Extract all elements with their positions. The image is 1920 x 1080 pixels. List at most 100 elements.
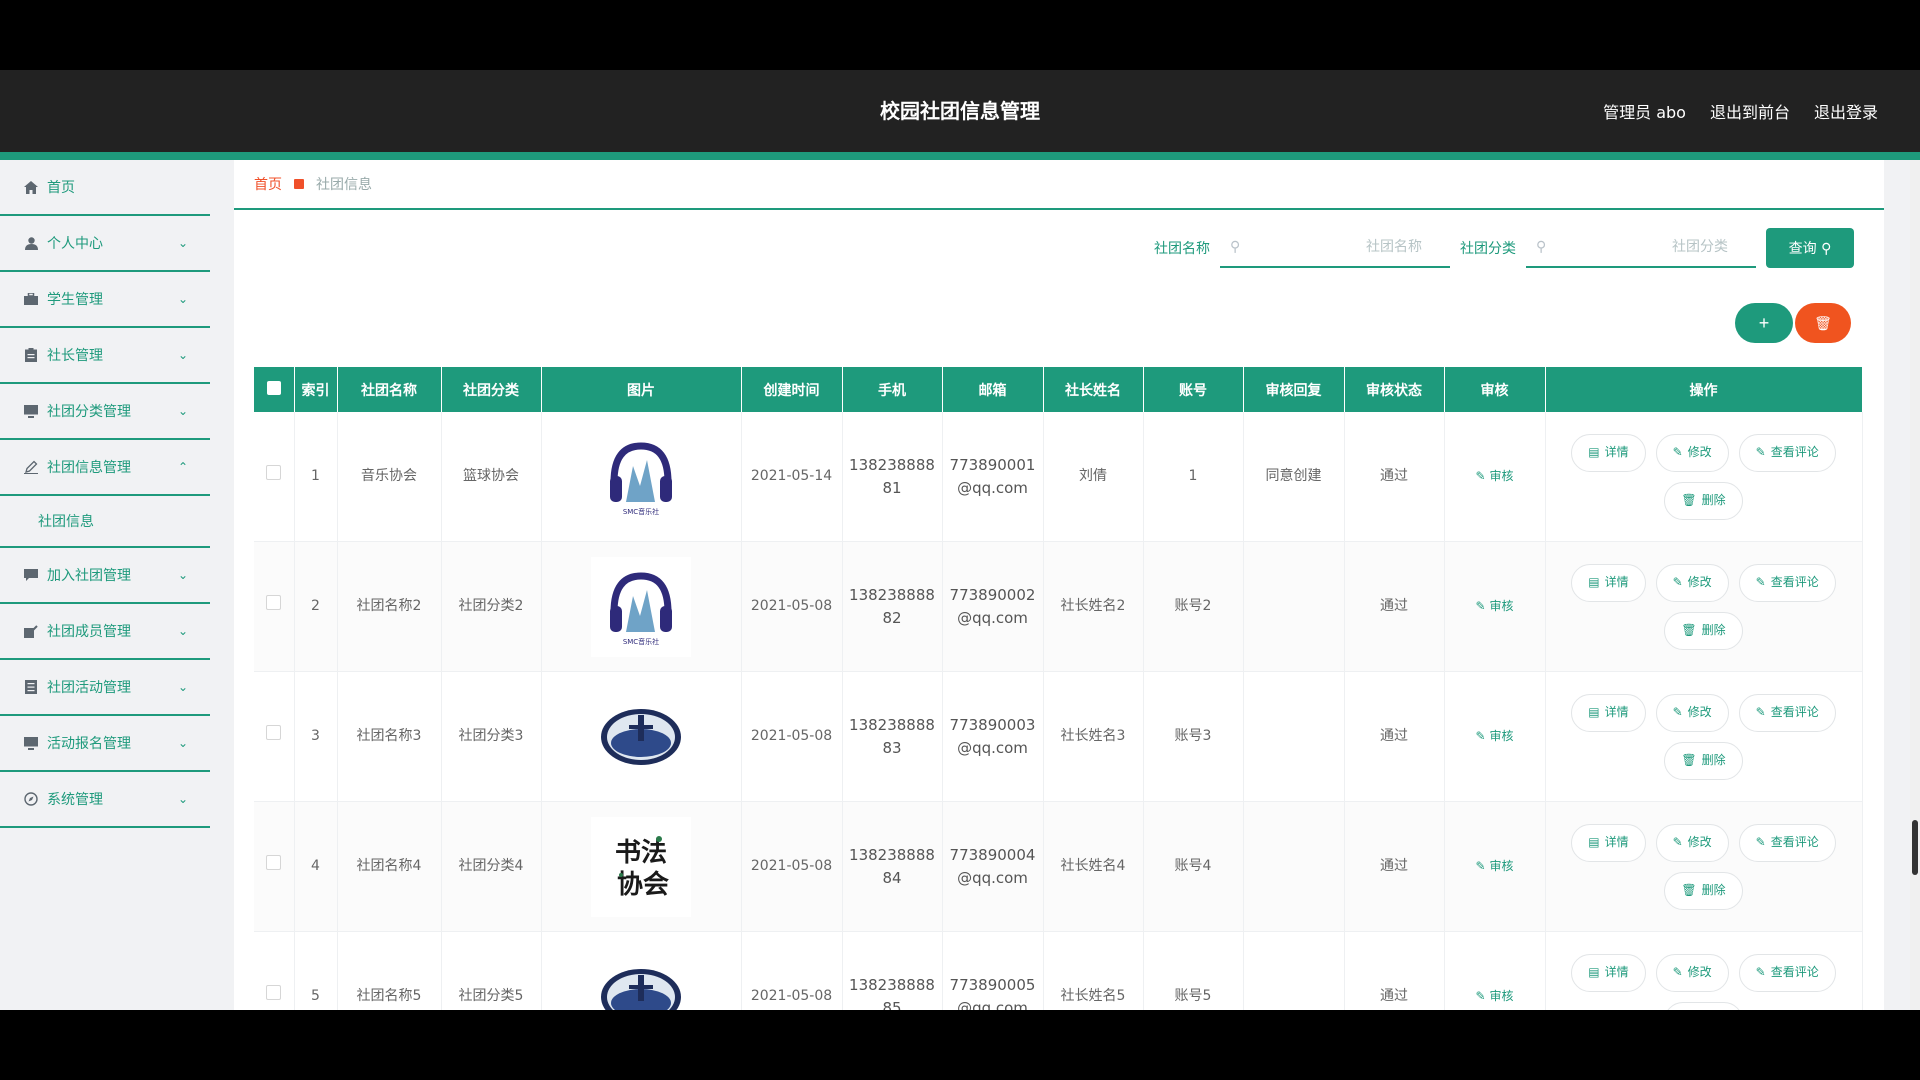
column-header: 创建时间 <box>741 367 843 412</box>
sidebar-item-activity-mgmt[interactable]: 社团活动管理 ⌄ <box>0 660 210 716</box>
cell-image: SMC音乐社 <box>541 412 742 542</box>
sidebar-item-join-mgmt[interactable]: 加入社团管理 ⌄ <box>0 548 210 604</box>
row-checkbox[interactable] <box>254 412 295 542</box>
delete-button[interactable]: 🗑 删除 <box>1664 741 1743 780</box>
table-header-row: 索引 社团名称 社团分类 图片 创建时间 手机 邮箱 社长姓名 账号 审核回复 … <box>254 367 1863 412</box>
edit-icon: ✎ <box>1755 965 1766 979</box>
sidebar-subitem-club-info[interactable]: 社团信息 <box>0 496 210 548</box>
row-checkbox[interactable] <box>254 541 295 672</box>
page-scrollbar[interactable] <box>1910 160 1920 1010</box>
cell-club-name: 社团名称4 <box>337 801 442 932</box>
search-icon: ⚲ <box>1536 239 1547 255</box>
column-header: 社团名称 <box>337 367 442 412</box>
breadcrumb-home-link[interactable]: 首页 <box>254 174 282 194</box>
edit-button[interactable]: ✎ 修改 <box>1655 693 1729 732</box>
delete-button[interactable]: 🗑 删除 <box>1664 481 1743 520</box>
edit-button[interactable]: ✎ 修改 <box>1655 433 1729 472</box>
detail-button[interactable]: ▤ 详情 <box>1571 563 1646 602</box>
cell-image <box>541 931 742 1010</box>
column-header: 社团分类 <box>441 367 542 412</box>
sidebar-item-home[interactable]: 首页 <box>0 160 210 216</box>
audit-label: 审核 <box>1489 469 1514 483</box>
sidebar-item-system-mgmt[interactable]: 系统管理 ⌄ <box>0 772 210 828</box>
batch-delete-button[interactable]: 🗑 <box>1795 303 1851 343</box>
delete-label: 删除 <box>1701 493 1726 507</box>
edit-button[interactable]: ✎ 修改 <box>1655 953 1729 992</box>
column-header: 手机 <box>842 367 943 412</box>
sidebar-item-label: 加入社团管理 <box>47 568 131 584</box>
briefcase-icon <box>24 292 38 306</box>
cell-audit-status: 通过 <box>1344 931 1445 1010</box>
sidebar-item-member-mgmt[interactable]: 社团成员管理 ⌄ <box>0 604 210 660</box>
audit-link[interactable]: ✎ 审核 <box>1476 989 1514 1003</box>
edit-button[interactable]: ✎ 修改 <box>1655 823 1729 862</box>
audit-link[interactable]: ✎ 审核 <box>1476 469 1514 483</box>
sidebar-item-category-mgmt[interactable]: 社团分类管理 ⌄ <box>0 384 210 440</box>
sidebar-item-club-info-mgmt[interactable]: 社团信息管理 ⌃ <box>0 440 210 496</box>
club-category-input[interactable] <box>1546 238 1756 256</box>
document-icon: ▤ <box>1588 575 1600 589</box>
cell-leader-name: 社长姓名2 <box>1043 541 1144 672</box>
delete-label: 删除 <box>1701 623 1726 637</box>
view-comments-button[interactable]: ✎ 查看评论 <box>1738 563 1836 602</box>
view-comments-button[interactable]: ✎ 查看评论 <box>1738 823 1836 862</box>
sidebar-subitem-label: 社团信息 <box>38 514 94 530</box>
sidebar-item-signup-mgmt[interactable]: 活动报名管理 ⌄ <box>0 716 210 772</box>
detail-button[interactable]: ▤ 详情 <box>1571 823 1646 862</box>
view-comments-button[interactable]: ✎ 查看评论 <box>1738 953 1836 992</box>
view-comments-label: 查看评论 <box>1770 575 1819 589</box>
trash-icon: 🗑 <box>1681 623 1697 637</box>
detail-label: 详情 <box>1604 705 1629 719</box>
club-name-input[interactable] <box>1240 238 1450 256</box>
cell-created-date: 2021-05-14 <box>741 412 843 542</box>
edit-button[interactable]: ✎ 修改 <box>1655 563 1729 602</box>
select-all-checkbox[interactable] <box>254 367 295 412</box>
delete-button[interactable]: 🗑 删除 <box>1664 1001 1743 1010</box>
query-button[interactable]: 查询 ⚲ <box>1766 228 1854 268</box>
logout-link[interactable]: 退出登录 <box>1814 99 1878 123</box>
sidebar-item-leaders[interactable]: 社长管理 ⌄ <box>0 328 210 384</box>
view-comments-button[interactable]: ✎ 查看评论 <box>1738 693 1836 732</box>
row-checkbox[interactable] <box>254 931 295 1010</box>
detail-button[interactable]: ▤ 详情 <box>1571 953 1646 992</box>
delete-button[interactable]: 🗑 删除 <box>1664 611 1743 650</box>
club-name-label: 社团名称 <box>1154 241 1210 257</box>
sidebar-item-label: 个人中心 <box>47 236 103 252</box>
audit-label: 审核 <box>1489 729 1514 743</box>
search-icon: ⚲ <box>1230 239 1241 255</box>
cell-club-name: 社团名称2 <box>337 541 442 672</box>
column-header: 操作 <box>1545 367 1863 412</box>
chevron-down-icon: ⌄ <box>177 292 188 306</box>
sidebar-item-students[interactable]: 学生管理 ⌄ <box>0 272 210 328</box>
cell-audit-status: 通过 <box>1344 671 1445 802</box>
search-bar: 社团名称 ⚲ 社团分类 ⚲ 查询 ⚲ <box>1154 228 1854 268</box>
edit-icon <box>24 460 38 474</box>
sidebar-item-personal[interactable]: 个人中心 ⌄ <box>0 216 210 272</box>
detail-button[interactable]: ▤ 详情 <box>1571 693 1646 732</box>
admin-user-label[interactable]: 管理员 abo <box>1603 99 1686 123</box>
add-button[interactable]: + <box>1735 303 1793 343</box>
cell-account: 账号3 <box>1143 671 1244 802</box>
row-checkbox[interactable] <box>254 801 295 932</box>
audit-link[interactable]: ✎ 审核 <box>1476 599 1514 613</box>
cell-phone: 13823888884 <box>842 801 943 932</box>
row-checkbox[interactable] <box>254 671 295 802</box>
detail-label: 详情 <box>1604 965 1629 979</box>
edit-icon: ✎ <box>1475 989 1486 1003</box>
cell-image: 书法 协会 <box>541 801 742 932</box>
cell-club-category: 社团分类2 <box>441 541 542 672</box>
scrollbar-thumb[interactable] <box>1912 820 1918 875</box>
column-header: 社长姓名 <box>1043 367 1144 412</box>
exit-to-front-link[interactable]: 退出到前台 <box>1710 99 1790 123</box>
detail-button[interactable]: ▤ 详情 <box>1571 433 1646 472</box>
user-icon <box>24 236 38 250</box>
audit-link[interactable]: ✎ 审核 <box>1476 729 1514 743</box>
cell-index: 1 <box>294 412 338 542</box>
cell-audit: ✎ 审核 <box>1444 412 1546 542</box>
audit-link[interactable]: ✎ 审核 <box>1476 859 1514 873</box>
chevron-down-icon: ⌄ <box>177 792 188 806</box>
svg-text:书法: 书法 <box>615 838 667 868</box>
delete-button[interactable]: 🗑 删除 <box>1664 871 1743 910</box>
view-comments-button[interactable]: ✎ 查看评论 <box>1738 433 1836 472</box>
cell-audit: ✎ 审核 <box>1444 801 1546 932</box>
